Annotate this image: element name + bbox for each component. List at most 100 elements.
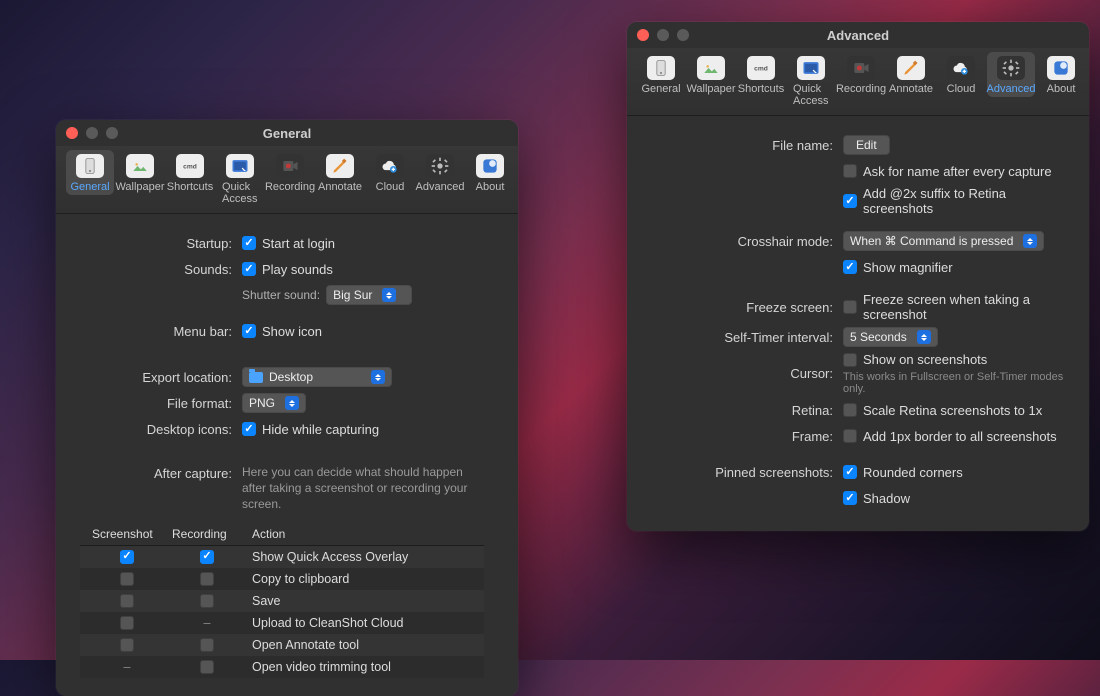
col-screenshot: Screenshot [92, 527, 162, 541]
checkbox-screenshot-1[interactable] [120, 572, 134, 586]
label-startup: Startup: [72, 236, 242, 251]
label-sounds: Sounds: [72, 262, 242, 277]
advanced-icon [426, 154, 454, 178]
label-retina-opt: Scale Retina screenshots to 1x [863, 403, 1042, 418]
checkbox-screenshot-2[interactable] [120, 594, 134, 608]
close-button[interactable] [66, 127, 78, 139]
tab-label: Advanced [416, 181, 465, 193]
action-label: Show Quick Access Overlay [252, 550, 472, 564]
checkbox-screenshot-4[interactable] [120, 638, 134, 652]
checkbox-freeze[interactable] [843, 300, 857, 314]
tab-about[interactable]: About [466, 150, 514, 195]
label-pinned: Pinned screenshots: [643, 465, 843, 480]
select-export-location[interactable]: Desktop [242, 367, 392, 387]
svg-text:cmd: cmd [183, 164, 197, 171]
tab-label: Cloud [376, 181, 405, 193]
checkbox-recording-1[interactable] [200, 572, 214, 586]
select-file-format[interactable]: PNG [242, 393, 306, 413]
dash-icon: – [120, 660, 134, 674]
tab-about[interactable]: About [1037, 52, 1085, 97]
checkbox-retina[interactable] [843, 403, 857, 417]
tab-recording[interactable]: Recording [266, 150, 314, 195]
minimize-button[interactable] [86, 127, 98, 139]
checkbox-recording-5[interactable] [200, 660, 214, 674]
tab-label: General [70, 181, 109, 193]
tab-shortcuts[interactable]: cmd Shortcuts [166, 150, 214, 195]
cloud-icon [376, 154, 404, 178]
select-timer[interactable]: 5 Seconds [843, 327, 938, 347]
tab-wallpaper[interactable]: Wallpaper [116, 150, 164, 195]
tab-label: Shortcuts [738, 83, 784, 95]
annotate-icon [897, 56, 925, 80]
select-crosshair[interactable]: When ⌘ Command is pressed [843, 231, 1044, 251]
tab-advanced[interactable]: Advanced [987, 52, 1035, 97]
tab-label: Annotate [318, 181, 362, 193]
checkbox-cursor[interactable] [843, 353, 857, 367]
action-label: Copy to clipboard [252, 572, 472, 586]
maximize-button[interactable] [106, 127, 118, 139]
checkbox-rounded[interactable] [843, 465, 857, 479]
tab-label: Shortcuts [167, 181, 213, 193]
col-action: Action [252, 527, 472, 541]
checkbox-recording-0[interactable] [200, 550, 214, 564]
tab-label: Quick Access [793, 83, 829, 107]
table-row: –Open video trimming tool [80, 656, 484, 678]
checkbox-add-2x[interactable] [843, 194, 857, 208]
checkbox-recording-2[interactable] [200, 594, 214, 608]
tab-advanced[interactable]: Advanced [416, 150, 464, 195]
tab-label: About [476, 181, 505, 193]
checkbox-recording-4[interactable] [200, 638, 214, 652]
select-shutter[interactable]: Big Sur [326, 285, 412, 305]
tab-general[interactable]: General [66, 150, 114, 195]
edit-filename-button[interactable]: Edit [843, 135, 890, 155]
close-button[interactable] [637, 29, 649, 41]
chevron-updown-icon [382, 288, 396, 302]
preferences-toolbar: GeneralWallpaper cmd Shortcuts Quick Access… [627, 48, 1089, 116]
tab-recording[interactable]: Recording [837, 52, 885, 97]
label-export: Export location: [72, 370, 242, 385]
tab-quickaccess[interactable]: Quick Access [787, 52, 835, 109]
recording-icon [847, 56, 875, 80]
label-ask-name: Ask for name after every capture [863, 164, 1052, 179]
checkbox-screenshot-3[interactable] [120, 616, 134, 630]
label-magnifier: Show magnifier [863, 260, 953, 275]
table-row: Save [80, 590, 484, 612]
checkbox-show-icon[interactable] [242, 324, 256, 338]
tab-general[interactable]: General [637, 52, 685, 97]
checkbox-shadow[interactable] [843, 491, 857, 505]
advanced-icon [997, 56, 1025, 80]
tab-shortcuts[interactable]: cmd Shortcuts [737, 52, 785, 97]
tab-label: Cloud [947, 83, 976, 95]
label-add-2x: Add @2x suffix to Retina screenshots [863, 186, 1073, 216]
checkbox-screenshot-0[interactable] [120, 550, 134, 564]
tab-wallpaper[interactable]: Wallpaper [687, 52, 735, 97]
label-show-icon: Show icon [262, 324, 322, 339]
checkbox-play-sounds[interactable] [242, 262, 256, 276]
tab-quickaccess[interactable]: Quick Access [216, 150, 264, 207]
label-format: File format: [72, 396, 242, 411]
checkbox-ask-name[interactable] [843, 164, 857, 178]
shortcuts-icon: cmd [747, 56, 775, 80]
tab-annotate[interactable]: Annotate [887, 52, 935, 97]
checkbox-magnifier[interactable] [843, 260, 857, 274]
label-cursor: Cursor: [643, 366, 843, 381]
annotate-icon [326, 154, 354, 178]
label-cursor-opt: Show on screenshots [863, 352, 987, 367]
hint-cursor: This works in Fullscreen or Self-Timer m… [843, 371, 1073, 395]
checkbox-start-at-login[interactable] [242, 236, 256, 250]
window-title: Advanced [827, 28, 889, 43]
table-row: –Upload to CleanShot Cloud [80, 612, 484, 634]
label-frame-opt: Add 1px border to all screenshots [863, 429, 1057, 444]
about-icon [1047, 56, 1075, 80]
tab-cloud[interactable]: Cloud [937, 52, 985, 97]
maximize-button[interactable] [677, 29, 689, 41]
label-freeze-opt: Freeze screen when taking a screenshot [863, 292, 1073, 322]
minimize-button[interactable] [657, 29, 669, 41]
label-rounded: Rounded corners [863, 465, 963, 480]
checkbox-hide-while[interactable] [242, 422, 256, 436]
tab-cloud[interactable]: Cloud [366, 150, 414, 195]
label-timer: Self-Timer interval: [643, 330, 843, 345]
tab-annotate[interactable]: Annotate [316, 150, 364, 195]
folder-icon [249, 372, 263, 383]
checkbox-frame[interactable] [843, 429, 857, 443]
